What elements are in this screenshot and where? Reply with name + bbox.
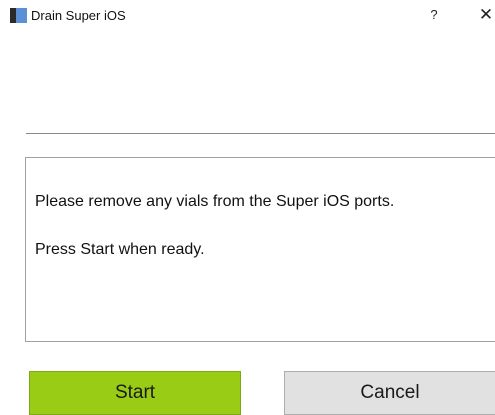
instruction-text: Please remove any vials from the Super i… [35, 193, 395, 210]
cancel-button[interactable]: Cancel [284, 371, 495, 415]
window-title: Drain Super iOS [31, 8, 126, 23]
help-icon[interactable]: ? [426, 6, 442, 24]
title-bar: Drain Super iOS ? ✕ [0, 0, 495, 32]
close-icon[interactable]: ✕ [478, 5, 494, 25]
prompt-text: Press Start when ready. [35, 241, 205, 258]
dialog-window: Drain Super iOS ? ✕ Please remove any vi… [0, 0, 495, 415]
message-panel: Please remove any vials from the Super i… [25, 157, 495, 342]
separator-line [26, 133, 495, 134]
app-icon [10, 8, 27, 23]
start-button[interactable]: Start [29, 371, 241, 415]
